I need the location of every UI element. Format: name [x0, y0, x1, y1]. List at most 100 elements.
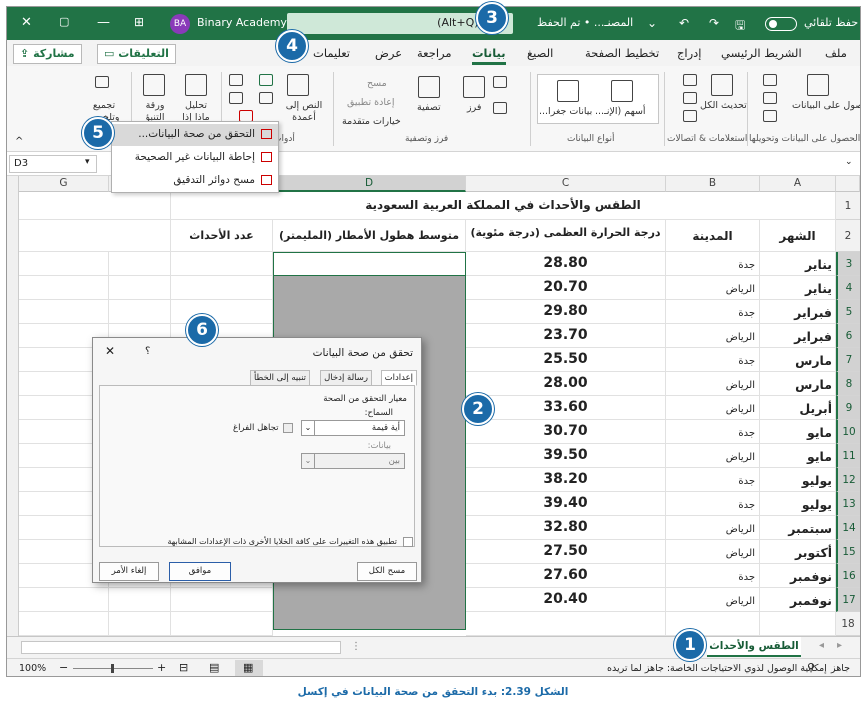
cell[interactable]	[109, 300, 171, 324]
tab-input-message[interactable]: رسالة إدخال	[320, 370, 372, 386]
cell-month[interactable]: فبراير	[760, 300, 836, 324]
cell[interactable]	[19, 588, 109, 612]
collapse-ribbon-icon[interactable]: ^	[15, 136, 23, 147]
row-header[interactable]: 3	[836, 252, 860, 276]
cell-month[interactable]: أبريل	[760, 396, 836, 420]
cell-month[interactable]: يناير	[760, 276, 836, 300]
data-select[interactable]: بين ⌄	[301, 453, 405, 469]
cell-city[interactable]: جدة	[666, 348, 760, 372]
cell-month[interactable]	[760, 612, 836, 636]
tab-error-alert[interactable]: تنبيه إلى الخطأ	[249, 370, 310, 386]
cancel-button[interactable]: إلغاء الأمر	[99, 562, 159, 581]
tab-page-layout[interactable]: تخطيط الصفحة	[585, 46, 659, 60]
cell-temp[interactable]: 29.80	[466, 300, 666, 324]
cell[interactable]	[19, 612, 109, 636]
refresh-all-button[interactable]: تحديث الكل	[700, 100, 747, 111]
file-title[interactable]: المصنـ... • تم الحفظ	[537, 16, 633, 29]
filter-button[interactable]: تصفية	[417, 102, 441, 113]
column-header-b[interactable]: B	[666, 176, 760, 192]
cell-city[interactable]: الرياض	[666, 324, 760, 348]
cell-city[interactable]: جدة	[666, 300, 760, 324]
text-to-columns-icon[interactable]	[287, 74, 309, 96]
cell-temp[interactable]: 25.50	[466, 348, 666, 372]
cell-temp[interactable]: 27.60	[466, 564, 666, 588]
cell[interactable]	[19, 220, 171, 252]
allow-select[interactable]: أية قيمة ⌄	[301, 420, 405, 436]
account-name[interactable]: Binary Academy	[197, 16, 287, 29]
row-header[interactable]: 6	[836, 324, 860, 348]
split-handle-icon[interactable]: ⋮	[351, 641, 361, 652]
cell-month[interactable]: أكتوبر	[760, 540, 836, 564]
cell-temp[interactable]: 33.60	[466, 396, 666, 420]
queries-icon[interactable]	[683, 74, 697, 86]
avatar[interactable]: BA	[170, 14, 190, 34]
cell-temp[interactable]: 20.70	[466, 276, 666, 300]
tab-view[interactable]: عرض	[375, 46, 402, 60]
page-break-view-icon[interactable]: ⊟	[179, 661, 188, 674]
cell-city[interactable]: الرياض	[666, 588, 760, 612]
cell-city[interactable]: الرياض	[666, 276, 760, 300]
column-header-d[interactable]: D	[273, 176, 466, 192]
menu-item-data-validation[interactable]: التحقق من صحة البيانات...	[112, 124, 278, 146]
get-data-button[interactable]: الحصول على البيانات	[792, 100, 860, 111]
clear-filter-button[interactable]: مسح	[367, 78, 387, 89]
close-icon[interactable]: ✕	[21, 15, 32, 30]
row-header[interactable]: 9	[836, 396, 860, 420]
sort-za-icon[interactable]	[493, 102, 507, 114]
advanced-filter-button[interactable]: خيارات متقدمة	[342, 116, 401, 127]
header-city[interactable]: المدينة	[666, 220, 760, 252]
cell-city[interactable]: جدة	[666, 468, 760, 492]
cell-month[interactable]: سبتمبر	[760, 516, 836, 540]
cell-events[interactable]	[171, 612, 273, 636]
header-rain[interactable]: متوسط هطول الأمطار (المليمتر)	[273, 220, 466, 252]
cell-temp[interactable]: 39.50	[466, 444, 666, 468]
cell-events[interactable]	[171, 300, 273, 324]
cell-month[interactable]: يوليو	[760, 492, 836, 516]
tab-formulas[interactable]: الصيغ	[527, 46, 553, 60]
cell-city[interactable]: جدة	[666, 492, 760, 516]
outline-icon[interactable]	[95, 76, 109, 88]
geography-button[interactable]: بيانات جغرا...	[539, 106, 592, 117]
cell[interactable]	[109, 252, 171, 276]
cell-city[interactable]: جدة	[666, 564, 760, 588]
select-all-corner[interactable]	[836, 176, 860, 192]
cell[interactable]	[19, 300, 109, 324]
column-header-g[interactable]: G	[19, 176, 109, 192]
cell-events[interactable]	[171, 252, 273, 276]
redo-icon[interactable]: ↷	[709, 16, 719, 30]
ignore-blank-checkbox[interactable]	[283, 423, 293, 433]
from-web-icon[interactable]	[763, 92, 777, 104]
relationships-icon[interactable]	[229, 92, 243, 104]
flash-fill-icon[interactable]	[259, 74, 273, 86]
ribbon-display-icon[interactable]: ⊞	[134, 15, 144, 29]
sheet-scroll-left-icon[interactable]: ◂	[819, 640, 824, 651]
from-text-icon[interactable]	[763, 74, 777, 86]
row-header[interactable]: 11	[836, 444, 860, 468]
edit-links-icon[interactable]	[683, 110, 697, 122]
chevron-down-icon[interactable]: ⌄	[301, 420, 315, 436]
zoom-in-icon[interactable]: +	[157, 661, 166, 674]
header-month[interactable]: الشهر	[760, 220, 836, 252]
row-header[interactable]: 8	[836, 372, 860, 396]
geography-icon[interactable]	[557, 80, 579, 102]
sheet-scroll-right-icon[interactable]: ▸	[837, 640, 842, 651]
menu-item-clear-circles[interactable]: مسح دوائر التدقيق	[112, 170, 278, 192]
properties-icon[interactable]	[683, 92, 697, 104]
cell-temp[interactable]	[466, 612, 666, 636]
tab-data[interactable]: بيانات	[472, 46, 506, 65]
cell-city[interactable]: الرياض	[666, 540, 760, 564]
comments-button[interactable]: التعليقات ▭	[97, 44, 176, 64]
close-icon[interactable]: ✕	[105, 344, 115, 358]
cell-month[interactable]: يناير	[760, 252, 836, 276]
stocks-icon[interactable]	[611, 80, 633, 102]
cell-city[interactable]: الرياض	[666, 396, 760, 420]
from-table-icon[interactable]	[763, 110, 777, 122]
sheet-title[interactable]: الطقس والأحداث في المملكة العربية السعود…	[171, 192, 836, 220]
autosave-toggle[interactable]	[765, 17, 797, 31]
row-header[interactable]: 4	[836, 276, 860, 300]
cell-temp[interactable]: 28.80	[466, 252, 666, 276]
sort-az-icon[interactable]	[493, 76, 507, 88]
row-header[interactable]: 18	[836, 612, 860, 636]
cell[interactable]	[19, 276, 109, 300]
cell-month[interactable]: يوليو	[760, 468, 836, 492]
